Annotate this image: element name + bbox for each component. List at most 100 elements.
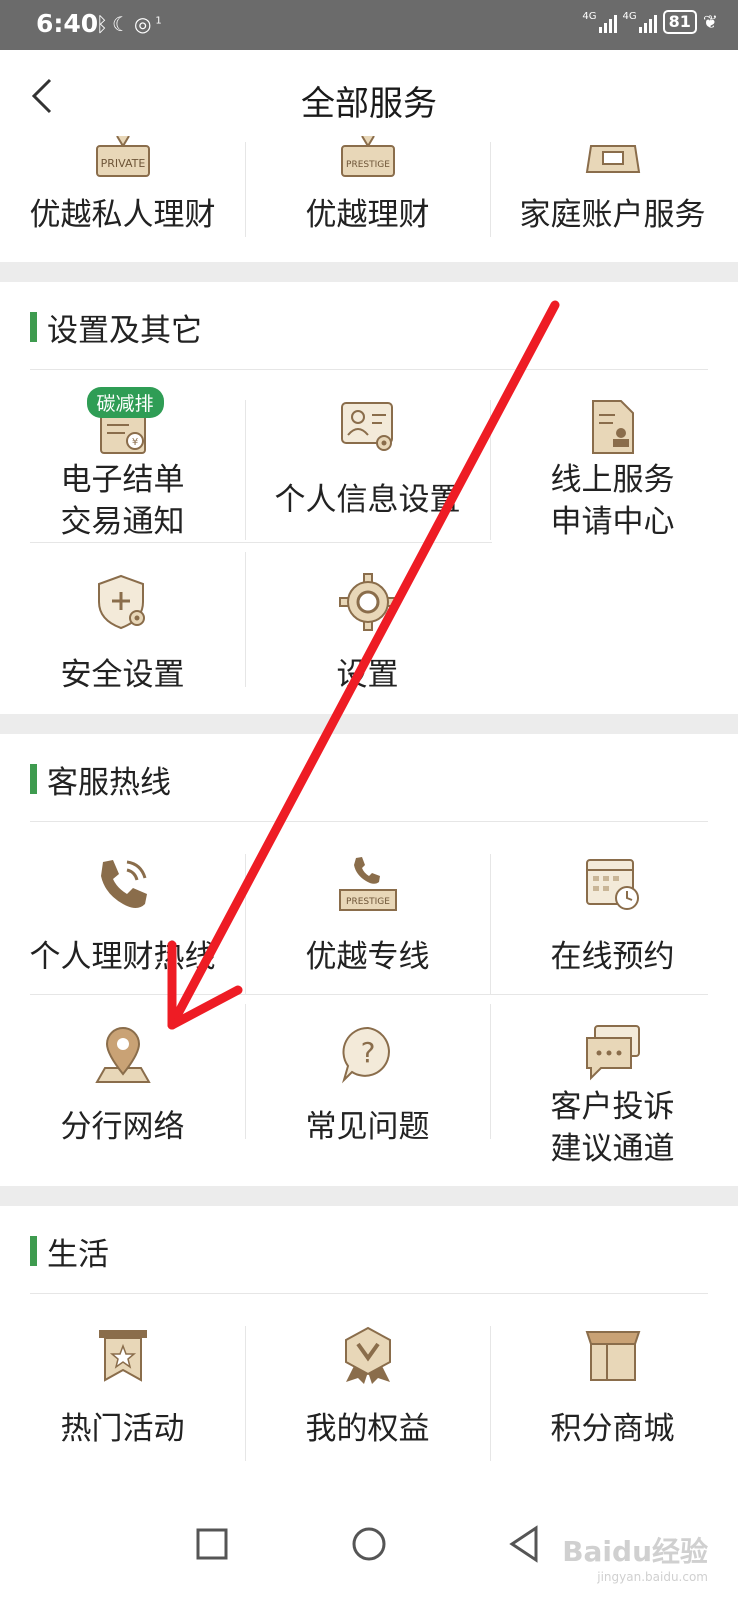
signal-2-icon: 4G: [623, 11, 657, 33]
section-divider: [30, 821, 708, 822]
service-label: 在线预约: [550, 939, 675, 975]
service-label-line2: 交易通知: [60, 504, 185, 540]
system-nav-bar: Baidu经验 jingyan.baidu.com: [0, 1490, 738, 1600]
chat-bubbles-icon: [585, 1025, 640, 1081]
triangle-back-icon: [509, 1525, 538, 1563]
service-label: 常见问题: [305, 1109, 430, 1145]
app-header: 全部服务: [0, 50, 738, 142]
service-label: 个人信息设置: [274, 482, 461, 518]
prestige-phone-icon: PRESTIGE: [338, 857, 397, 911]
online-service-icon: [591, 400, 634, 454]
service-settings[interactable]: 设置: [245, 572, 490, 696]
bluetooth-icon: ᛒ: [96, 12, 112, 36]
watermark-sub: jingyan.baidu.com: [597, 1570, 708, 1584]
hotline-section-header: 客服热线: [30, 759, 171, 801]
service-online-booking[interactable]: 在线预约: [490, 854, 735, 978]
section-title: 客服热线: [47, 764, 171, 801]
divider: [245, 142, 246, 237]
calendar-clock-icon: [585, 859, 639, 910]
service-label: 优越专线: [305, 939, 430, 975]
security-shield-icon: [97, 574, 145, 630]
divider: [245, 1326, 246, 1461]
carbon-badge: 碳减排: [86, 387, 164, 418]
service-label: 个人理财热线: [29, 939, 216, 975]
divider: [245, 552, 246, 687]
divider: [490, 142, 491, 237]
service-points-mall[interactable]: 积分商城: [490, 1326, 735, 1450]
divider: [490, 1004, 491, 1139]
question-bubble-icon: ?: [341, 1026, 390, 1084]
service-security-settings[interactable]: 安全设置: [0, 572, 245, 696]
divider: [245, 1004, 246, 1139]
section-divider: [30, 369, 708, 370]
service-label: 热门活动: [60, 1411, 185, 1447]
service-personal-hotline[interactable]: 个人理财热线: [0, 854, 245, 978]
service-hot-events[interactable]: 热门活动: [0, 1326, 245, 1450]
home-button[interactable]: [339, 1514, 399, 1574]
svg-text:PRESTIGE: PRESTIGE: [346, 897, 390, 907]
divider: [490, 1326, 491, 1461]
recents-button[interactable]: [182, 1514, 242, 1574]
service-prestige-wealth[interactable]: PRESTIGE 优越理财: [245, 136, 490, 236]
divider: [490, 854, 491, 994]
section-divider: [30, 1293, 708, 1294]
service-family-account[interactable]: 家庭账户服务: [490, 136, 735, 236]
section-accent-bar: [30, 312, 37, 342]
status-right: 4G 4G 81 ❦: [582, 10, 718, 34]
settings-section-header: 设置及其它: [30, 307, 202, 349]
service-online-center[interactable]: 线上服务 申请中心: [490, 397, 735, 543]
divider: [30, 994, 708, 995]
service-branch-network[interactable]: 分行网络: [0, 1024, 245, 1148]
service-prestige-line[interactable]: PRESTIGE 优越专线: [245, 854, 490, 978]
service-label-line2: 建议通道: [550, 1131, 675, 1167]
service-my-benefits[interactable]: 我的权益: [245, 1326, 490, 1450]
divider: [245, 400, 246, 540]
star-banner-icon: [98, 1330, 147, 1382]
moon-icon: ☾: [112, 12, 134, 36]
page-title: 全部服务: [301, 84, 437, 124]
profile-settings-icon: [340, 402, 393, 451]
service-profile-settings[interactable]: 个人信息设置: [245, 397, 490, 521]
section-gap: [0, 714, 738, 734]
badge-v-icon: [344, 1326, 391, 1384]
settings-section: 设置及其它 ¥ 碳减排 电子结单 交易通知 个人信息设置 线上服务 申请中心 安…: [0, 282, 738, 714]
section-title: 设置及其它: [47, 312, 202, 349]
service-private-wealth[interactable]: PRIVATE 优越私人理财: [0, 136, 245, 236]
service-label: 家庭账户服务: [519, 197, 706, 233]
service-label-line1: 电子结单: [60, 462, 185, 498]
signal-1-icon: 4G: [582, 11, 617, 33]
service-label: 优越理财: [305, 197, 430, 233]
service-label: 积分商城: [550, 1411, 675, 1447]
service-complaints[interactable]: 客户投诉 建议通道: [490, 1024, 735, 1170]
hotspot-icon: ◎1: [133, 12, 166, 36]
divider: [30, 542, 492, 543]
svg-text:PRIVATE: PRIVATE: [100, 157, 145, 170]
top-partial-section: PRIVATE 优越私人理财 PRESTIGE 优越理财 家庭账户服务: [0, 136, 738, 262]
phone-icon: [100, 860, 147, 908]
service-label: 分行网络: [60, 1109, 185, 1145]
service-label-line1: 客户投诉: [550, 1089, 675, 1125]
private-icon: PRIVATE: [95, 136, 150, 177]
watermark-text: Baidu经验: [562, 1535, 708, 1568]
hotline-section: 客服热线 个人理财热线 PRESTIGE 优越专线 在线预约 分行网络 ? 常见…: [0, 734, 738, 1186]
svg-text:¥: ¥: [131, 437, 137, 448]
status-left-icons: ᛒ☾◎1: [96, 12, 166, 36]
service-label: 设置: [336, 657, 399, 693]
square-recents-icon: [196, 1528, 228, 1560]
section-accent-bar: [30, 764, 37, 794]
svg-text:PRESTIGE: PRESTIGE: [346, 160, 390, 170]
status-time: 6:40: [36, 9, 99, 38]
divider: [245, 854, 246, 994]
section-gap: [0, 1186, 738, 1206]
gear-icon: [338, 573, 397, 631]
back-nav-button[interactable]: [496, 1514, 556, 1574]
family-account-icon: [585, 145, 640, 173]
location-pin-icon: [94, 1027, 151, 1083]
service-e-statement[interactable]: ¥ 碳减排 电子结单 交易通知: [0, 387, 245, 543]
store-box-icon: [585, 1331, 640, 1381]
prestige-icon: PRESTIGE: [340, 136, 395, 177]
service-label: 我的权益: [305, 1411, 430, 1447]
leaf-icon: ❦: [702, 11, 718, 33]
status-bar: 6:40 ᛒ☾◎1 4G 4G 81 ❦: [0, 0, 738, 50]
service-faq[interactable]: ? 常见问题: [245, 1024, 490, 1148]
